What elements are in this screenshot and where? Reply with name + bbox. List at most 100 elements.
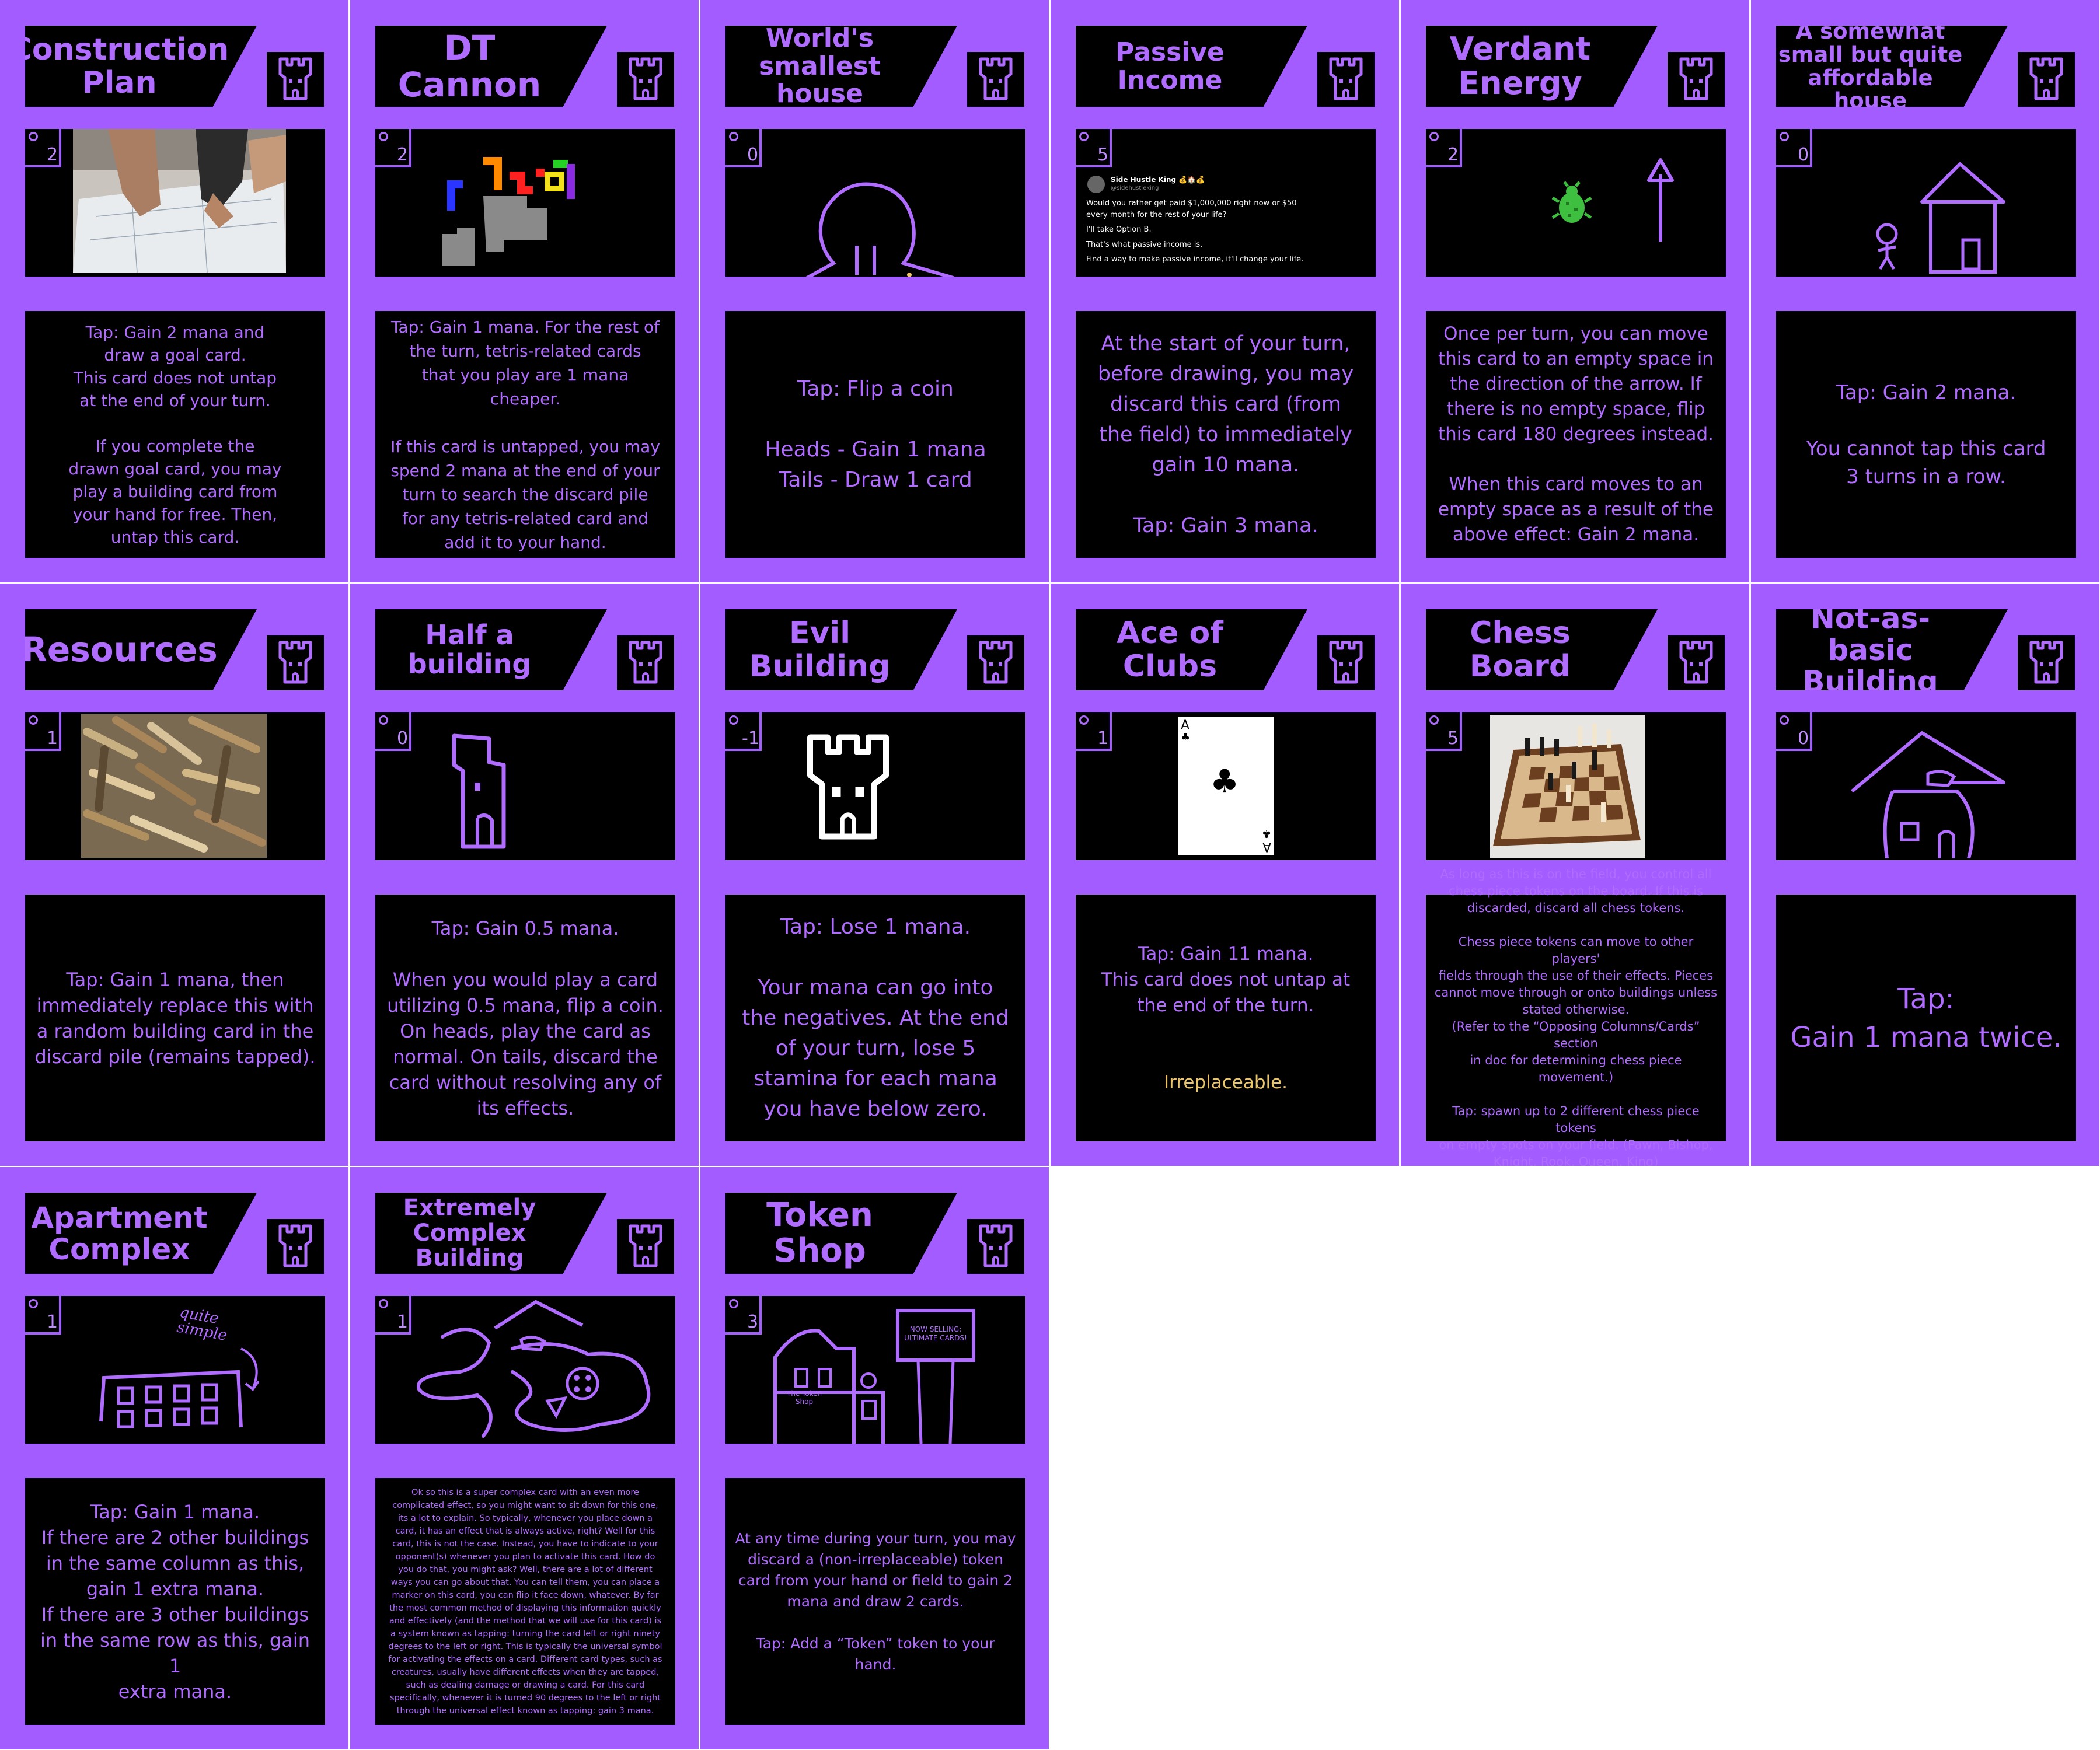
card-token-shop[interactable]: Token Shop 3 The Token Shop NOW SELLING:… xyxy=(700,1167,1049,1749)
card-chess-board[interactable]: Chess Board 5 As long as this is on the … xyxy=(1401,584,1749,1166)
card-construction-plan[interactable]: Construction Plan 2 Tap: Gain 2 mana and… xyxy=(0,0,348,582)
card-apartment-complex[interactable]: Apartment Complex 1 quite simple Tap: Ga… xyxy=(0,1167,348,1749)
card-art: 2 xyxy=(25,129,325,277)
card-effect-text: At the start of your turn, before drawin… xyxy=(1097,331,1354,537)
castle-tower-icon xyxy=(967,52,1024,107)
card-title: DT Cannon xyxy=(397,27,542,104)
card-title-banner: Not-as-basic Building xyxy=(1776,609,2008,690)
card-affordable-house[interactable]: A somewhat small but quite affordable ho… xyxy=(1751,0,2099,582)
playing-card: A ♣ ♣ A ♣ xyxy=(1178,717,1274,855)
mana-icon xyxy=(1429,715,1439,725)
mana-icon xyxy=(1079,715,1089,725)
card-passive-income[interactable]: Passive Income 5 Side Hustle King 💰🏠💰 @s… xyxy=(1051,0,1399,582)
mana-cost-box: 2 xyxy=(25,129,61,167)
castle-tower-icon xyxy=(267,52,324,107)
card-effect-text: Once per turn, you can move this card to… xyxy=(1438,323,1714,545)
card-art: 0 xyxy=(725,129,1025,277)
card-effect-text: Tap: Flip a coin Heads - Gain 1 mana Tai… xyxy=(765,376,986,492)
card-text-box: Tap: Gain 1 mana, then immediately repla… xyxy=(25,895,325,1141)
card-title-banner: Verdant Energy xyxy=(1426,26,1658,107)
card-half-a-building[interactable]: Half a building 0 Tap: Gain 0.5 mana. Wh… xyxy=(350,584,699,1166)
card-effect-text: Tap: Gain 11 mana. This card does not un… xyxy=(1101,943,1351,1016)
card-title: Ace of Clubs xyxy=(1117,616,1223,684)
card-art: 1 xyxy=(375,1296,675,1444)
card-effect-text: Tap: Gain 1 mana. If there are 2 other b… xyxy=(40,1500,310,1703)
mana-cost-box: 1 xyxy=(25,712,61,751)
card-title-banner: Resources xyxy=(25,609,257,690)
card-title: Extremely Complex Building xyxy=(403,1194,536,1272)
complex-building-drawing xyxy=(416,1300,651,1438)
card-evil-building[interactable]: Evil Building -1 Tap: Lose 1 mana. Your … xyxy=(700,584,1049,1166)
evil-castle-icon xyxy=(807,734,889,840)
mana-icon xyxy=(729,715,738,725)
mana-icon xyxy=(29,1299,38,1308)
card-verdant-energy[interactable]: Verdant Energy 2 Once per turn, you can … xyxy=(1401,0,1749,582)
card-dt-cannon[interactable]: DT Cannon 2 Tap: Gain 1 mana. For the re… xyxy=(350,0,699,582)
card-effect-text: Tap: Lose 1 mana. Your mana can go into … xyxy=(742,914,1009,1121)
chess-board-photo xyxy=(1490,715,1645,858)
card-art: 5 Side Hustle King 💰🏠💰 @sidehustleking W… xyxy=(1076,129,1376,277)
card-art: 2 xyxy=(375,129,675,277)
card-text-box: Tap: Gain 11 mana. This card does not un… xyxy=(1076,895,1376,1141)
card-art: 1 xyxy=(25,712,325,860)
card-title: Apartment Complex xyxy=(31,1200,208,1266)
card-art: 5 xyxy=(1426,712,1726,860)
card-title-banner: Chess Board xyxy=(1426,609,1658,690)
card-text-box: Tap: Gain 2 mana. You cannot tap this ca… xyxy=(1776,311,2076,558)
mana-cost-box: 5 xyxy=(1426,712,1462,751)
mana-cost-box: 1 xyxy=(25,1296,61,1335)
mana-cost-value: 0 xyxy=(1798,728,1809,749)
castle-tower-icon xyxy=(1668,635,1725,690)
tweet-author: Side Hustle King 💰🏠💰 xyxy=(1111,176,1205,184)
mana-cost-value: 1 xyxy=(47,1312,58,1332)
card-title-banner: A somewhat small but quite affordable ho… xyxy=(1776,26,2008,107)
shop-name-label: The Token Shop xyxy=(786,1389,822,1406)
mana-cost-box: 1 xyxy=(1076,712,1112,751)
castle-tower-icon xyxy=(2018,52,2075,107)
mana-icon xyxy=(1429,132,1439,141)
club-suit-icon: ♣ xyxy=(1261,827,1271,840)
card-art: 1 A ♣ ♣ A ♣ xyxy=(1076,712,1376,860)
castle-tower-icon xyxy=(267,1219,324,1274)
castle-tower-icon xyxy=(1668,52,1725,107)
mana-cost-box: -1 xyxy=(725,712,762,751)
card-art: -1 xyxy=(725,712,1025,860)
card-not-as-basic-building[interactable]: Not-as-basic Building 0 Tap: Gain 1 mana… xyxy=(1751,584,2099,1166)
castle-tower-icon xyxy=(617,52,674,107)
card-effect-text: At any time during your turn, you may di… xyxy=(735,1529,1016,1673)
card-title: Passive Income xyxy=(1115,37,1225,95)
mana-cost-box: 2 xyxy=(375,129,411,167)
card-text-box: Tap: Gain 1 mana. For the rest of the tu… xyxy=(375,311,675,558)
card-title-banner: Half a building xyxy=(375,609,607,690)
mana-cost-value: 1 xyxy=(47,728,58,749)
card-text-box: Tap: Flip a coin Heads - Gain 1 mana Tai… xyxy=(725,311,1025,558)
irreplaceable-keyword: Irreplaceable. xyxy=(1163,1071,1288,1093)
mana-icon xyxy=(1079,132,1089,141)
card-title-banner: Token Shop xyxy=(725,1193,957,1274)
card-worlds-smallest-house[interactable]: World's smallest house 0 Tap: Flip a coi… xyxy=(700,0,1049,582)
card-title-banner: DT Cannon xyxy=(375,26,607,107)
firewood-photo xyxy=(81,714,267,858)
not-basic-building-drawing xyxy=(1851,731,2005,858)
card-effect-text: Tap: Gain 2 mana. You cannot tap this ca… xyxy=(1806,380,2046,488)
card-title: Verdant Energy xyxy=(1449,30,1591,102)
card-title-banner: Passive Income xyxy=(1076,26,1307,107)
card-resources[interactable]: Resources 1 Tap: Gain 1 mana, then immed… xyxy=(0,584,348,1166)
mana-cost-box: 0 xyxy=(1776,712,1812,751)
card-ace-of-clubs[interactable]: Ace of Clubs 1 A ♣ ♣ A ♣ Tap: Gain 11 ma… xyxy=(1051,584,1399,1166)
tiny-house-drawing xyxy=(805,182,955,277)
card-art: 3 The Token Shop NOW SELLING: ULTIMATE C… xyxy=(725,1296,1025,1444)
mana-cost-value: 3 xyxy=(747,1312,759,1332)
card-title: A somewhat small but quite affordable ho… xyxy=(1778,18,1963,114)
castle-tower-icon xyxy=(267,635,324,690)
mana-icon xyxy=(379,1299,388,1308)
castle-tower-icon xyxy=(617,635,674,690)
card-title: Token Shop xyxy=(766,1196,873,1270)
mana-icon xyxy=(379,132,388,141)
card-title: Half a building xyxy=(407,619,532,680)
club-suit-icon: ♣ xyxy=(1210,763,1240,801)
mana-cost-value: 0 xyxy=(397,728,409,749)
card-extremely-complex-building[interactable]: Extremely Complex Building 1 Ok so this … xyxy=(350,1167,699,1749)
card-text-box: Tap: Gain 2 mana and draw a goal card. T… xyxy=(25,311,325,558)
up-arrow-icon xyxy=(1647,158,1674,242)
